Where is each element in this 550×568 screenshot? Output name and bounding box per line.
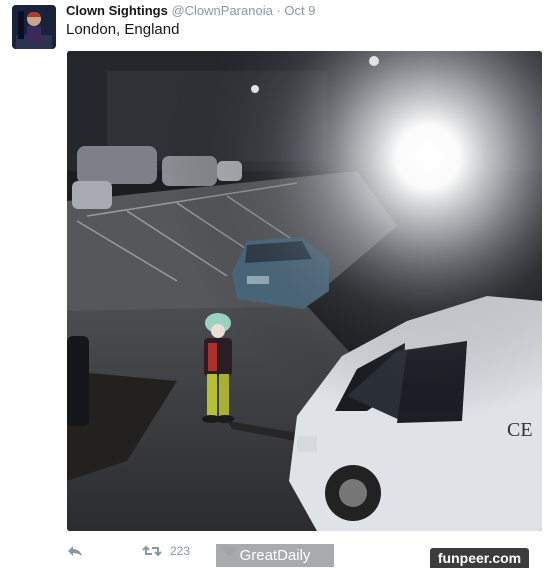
funpeer-watermark: funpeer.com [430, 548, 529, 568]
avatar[interactable] [12, 5, 56, 49]
greatdaily-watermark: GreatDaily [216, 544, 334, 567]
user-handle[interactable]: @ClownParanoia [171, 3, 272, 18]
retweet-count: 223 [170, 544, 191, 558]
retweet-icon [142, 545, 162, 557]
retweet-button[interactable]: 223 [142, 540, 190, 562]
display-name[interactable]: Clown Sightings [66, 3, 168, 18]
tweet-text: London, England [66, 21, 180, 38]
reply-button[interactable] [66, 540, 84, 562]
night-parking-lot-image: CE [67, 51, 542, 531]
tweet-header: Clown Sightings @ClownParanoia · Oct 9 [66, 3, 540, 21]
reply-icon [68, 546, 82, 556]
separator-dot: · [276, 3, 281, 18]
avatar-image [12, 5, 56, 49]
tweet-timestamp[interactable]: Oct 9 [284, 3, 315, 18]
tweet-photo[interactable]: CE [67, 51, 542, 531]
